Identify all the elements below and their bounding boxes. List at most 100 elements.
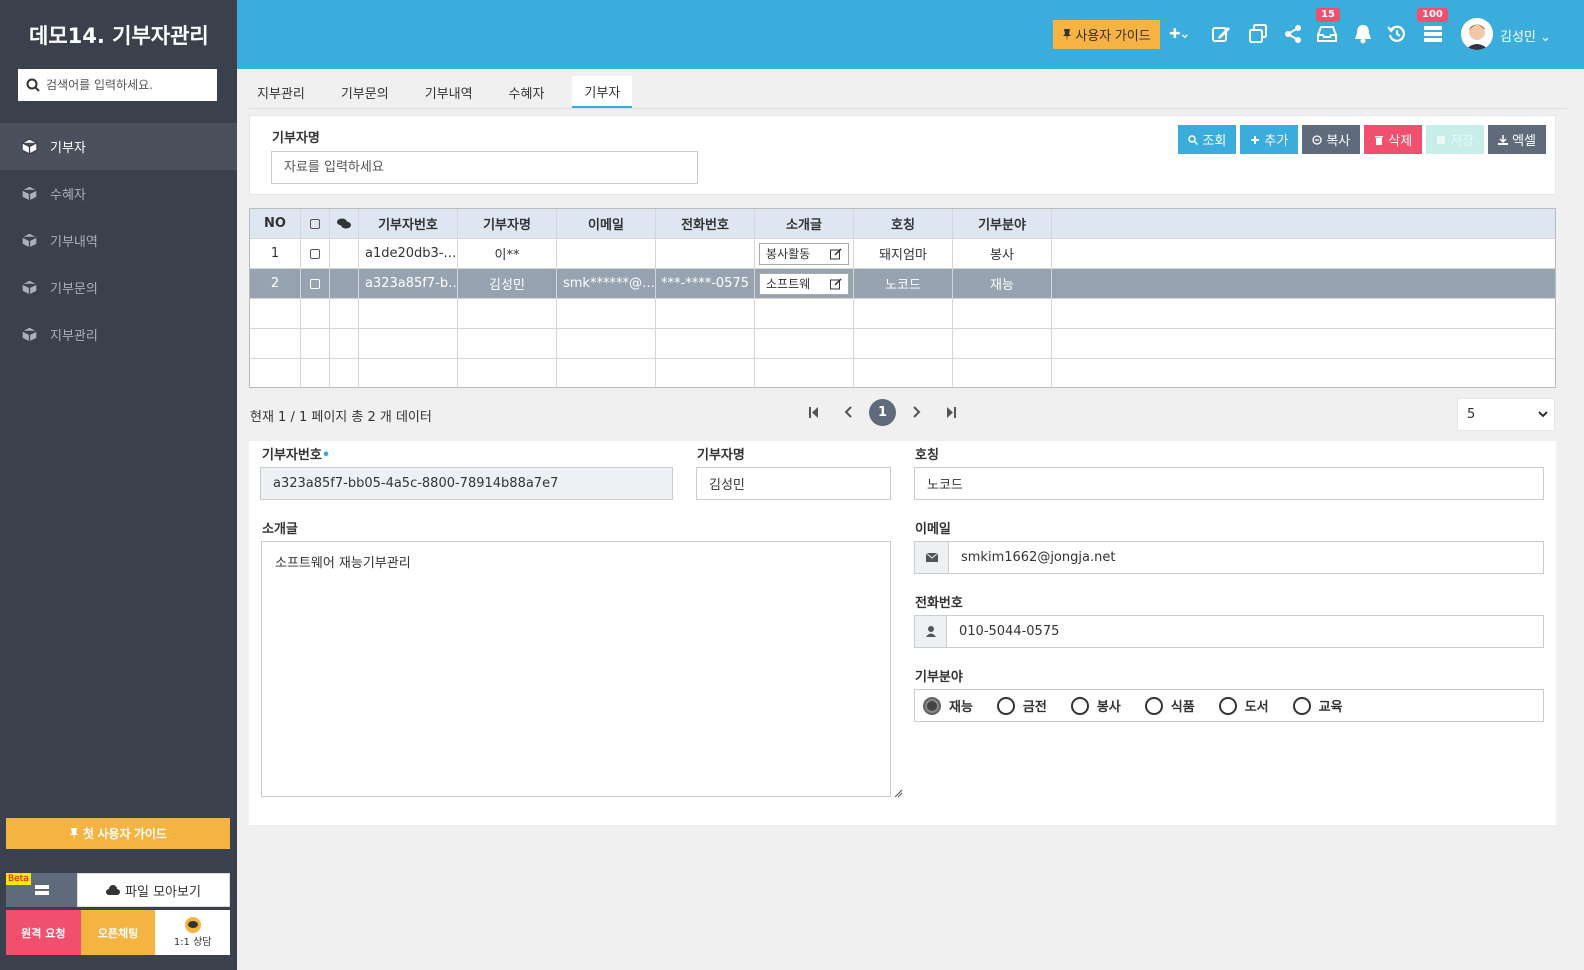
intro-textarea[interactable]: 소프트웨어 재능기부관리 [261,541,891,797]
donor-id-field[interactable]: a323a85f7-bb05-4a5c-8800-78914b88a7e7 [260,467,673,500]
header-field[interactable]: 기부분야 [953,209,1052,238]
copy-icon[interactable] [1248,24,1268,44]
phone-field[interactable]: 010-5044-0575 [914,615,1544,648]
list-icon[interactable] [1423,24,1443,44]
save-icon [1437,135,1446,144]
tab-inquiry[interactable]: 기부문의 [333,76,397,108]
row-checkbox[interactable] [301,269,330,298]
header-phone[interactable]: 전화번호 [656,209,755,238]
sidebar-item-inquiry[interactable]: 기부문의 [0,264,237,311]
phone-label: 전화번호 [915,596,963,611]
remote-request-button[interactable]: 원격 요청 [6,910,81,955]
header-donor-name[interactable]: 기부자명 [458,209,557,238]
first-page-button[interactable] [797,398,831,426]
search-icon [1188,134,1199,145]
edit-icon[interactable] [830,277,842,290]
radio-talent[interactable]: 재능 [923,696,973,715]
support-row: 원격 요청 오픈채팅 1:1 상담 [6,910,231,955]
user-avatar-icon [1461,18,1493,50]
radio-dot-icon [1070,696,1089,715]
radio-education[interactable]: 교육 [1292,696,1343,715]
radio-dot-icon [996,696,1015,715]
cell-donor-id: a323a85f7-b… [359,269,458,298]
header-email[interactable]: 이메일 [557,209,656,238]
file-list-button[interactable]: Beta [6,873,77,907]
tab-beneficiary[interactable]: 수혜자 [501,76,553,108]
radio-volunteer[interactable]: 봉사 [1070,696,1121,715]
header-intro[interactable]: 소개글 [755,209,854,238]
next-page-button[interactable] [900,398,934,426]
radio-money[interactable]: 금전 [996,696,1047,715]
radio-food[interactable]: 식품 [1144,696,1195,715]
table-row[interactable]: 1 a1de20db3-… 이** 봉사활동 돼지엄마 봉사 [250,239,1555,269]
header-checkbox[interactable] [301,209,330,238]
table-row-selected[interactable]: 2 a323a85f7-b… 김성민 smk******@… ***-****-… [250,269,1555,299]
user-name[interactable]: 김성민 ⌄ [1500,26,1551,45]
avatar[interactable] [1461,18,1493,50]
tab-donation-history[interactable]: 기부내역 [417,76,481,108]
donor-name-field[interactable]: 김성민 [696,467,891,500]
email-field[interactable]: smkim1662@jongja.net [914,541,1544,574]
edit-icon[interactable] [1211,24,1231,44]
pagination: 1 [797,398,968,426]
page-size-select[interactable]: 5 [1457,398,1555,431]
last-page-button[interactable] [934,398,968,426]
bell-icon[interactable] [1353,24,1373,44]
checkbox-icon [310,278,320,289]
user-guide-button[interactable]: 사용자 가이드 [1053,20,1160,49]
save-button[interactable]: 저장 [1426,125,1485,154]
header-no[interactable]: NO [250,209,301,238]
radio-dot-icon [923,696,941,715]
tab-branch[interactable]: 지부관리 [249,76,313,108]
search-button[interactable]: 조회 [1178,125,1237,154]
tab-donor[interactable]: 기부자 [572,76,633,108]
plus-dropdown-icon[interactable] [1169,24,1189,44]
page-number-button[interactable]: 1 [869,398,896,426]
resize-handle-icon[interactable] [894,789,903,798]
cell-intro[interactable]: 소프트웨 [755,269,854,298]
sidebar-item-beneficiary[interactable]: 수혜자 [0,170,237,217]
row-checkbox[interactable] [301,239,330,268]
copy-button[interactable]: 복사 [1302,125,1361,154]
edit-icon[interactable] [830,247,842,260]
history-icon[interactable] [1387,24,1407,44]
cell-phone: ***-****-0575 [656,269,755,298]
header-title[interactable]: 호칭 [854,209,953,238]
excel-button[interactable]: 엑셀 [1488,125,1546,154]
consult-button[interactable]: 1:1 상담 [155,910,231,955]
header-comment[interactable] [330,209,359,238]
plus-icon [1251,135,1260,144]
title-field[interactable]: 노코드 [914,467,1544,500]
prev-page-button[interactable] [831,398,865,426]
cell-phone [656,239,755,268]
inbox-icon[interactable] [1317,24,1337,44]
add-button[interactable]: 추가 [1240,125,1299,154]
donor-id-label: 기부자번호• [262,448,331,463]
cell-title: 노코드 [854,269,953,298]
file-view-button[interactable]: 파일 모아보기 [77,873,230,907]
cube-icon [21,279,38,296]
trash-icon [1375,135,1384,145]
header-donor-id[interactable]: 기부자번호 [359,209,458,238]
sidebar-item-donor[interactable]: 기부자 [0,123,237,170]
radio-books[interactable]: 도서 [1218,696,1269,715]
sidebar-item-label: 수혜자 [50,188,86,203]
sidebar-item-branch[interactable]: 지부관리 [0,311,237,358]
cell-intro[interactable]: 봉사활동 [755,239,854,268]
sidebar-item-donation-history[interactable]: 기부내역 [0,217,237,264]
file-row: Beta 파일 모아보기 [6,873,230,907]
sidebar-search-input[interactable] [46,78,206,92]
sidebar: 데모14. 기부자관리 기부자 수혜자 기부내역 기부문의 지부관리 첫 사용자… [0,0,237,970]
radio-dot-icon [1218,696,1237,715]
checkbox-icon [310,218,320,229]
donation-field-label: 기부분야 [915,670,963,685]
sidebar-search[interactable] [18,69,217,101]
delete-button[interactable]: 삭제 [1364,125,1423,154]
share-icon[interactable] [1283,24,1303,44]
donor-name-search-input[interactable] [271,151,698,184]
cell-field: 재능 [953,269,1052,298]
first-page-icon [809,406,818,418]
open-chat-button[interactable]: 오픈채팅 [80,910,156,955]
first-user-guide-button[interactable]: 첫 사용자 가이드 [6,818,230,849]
cell-donor-name: 김성민 [458,269,557,298]
